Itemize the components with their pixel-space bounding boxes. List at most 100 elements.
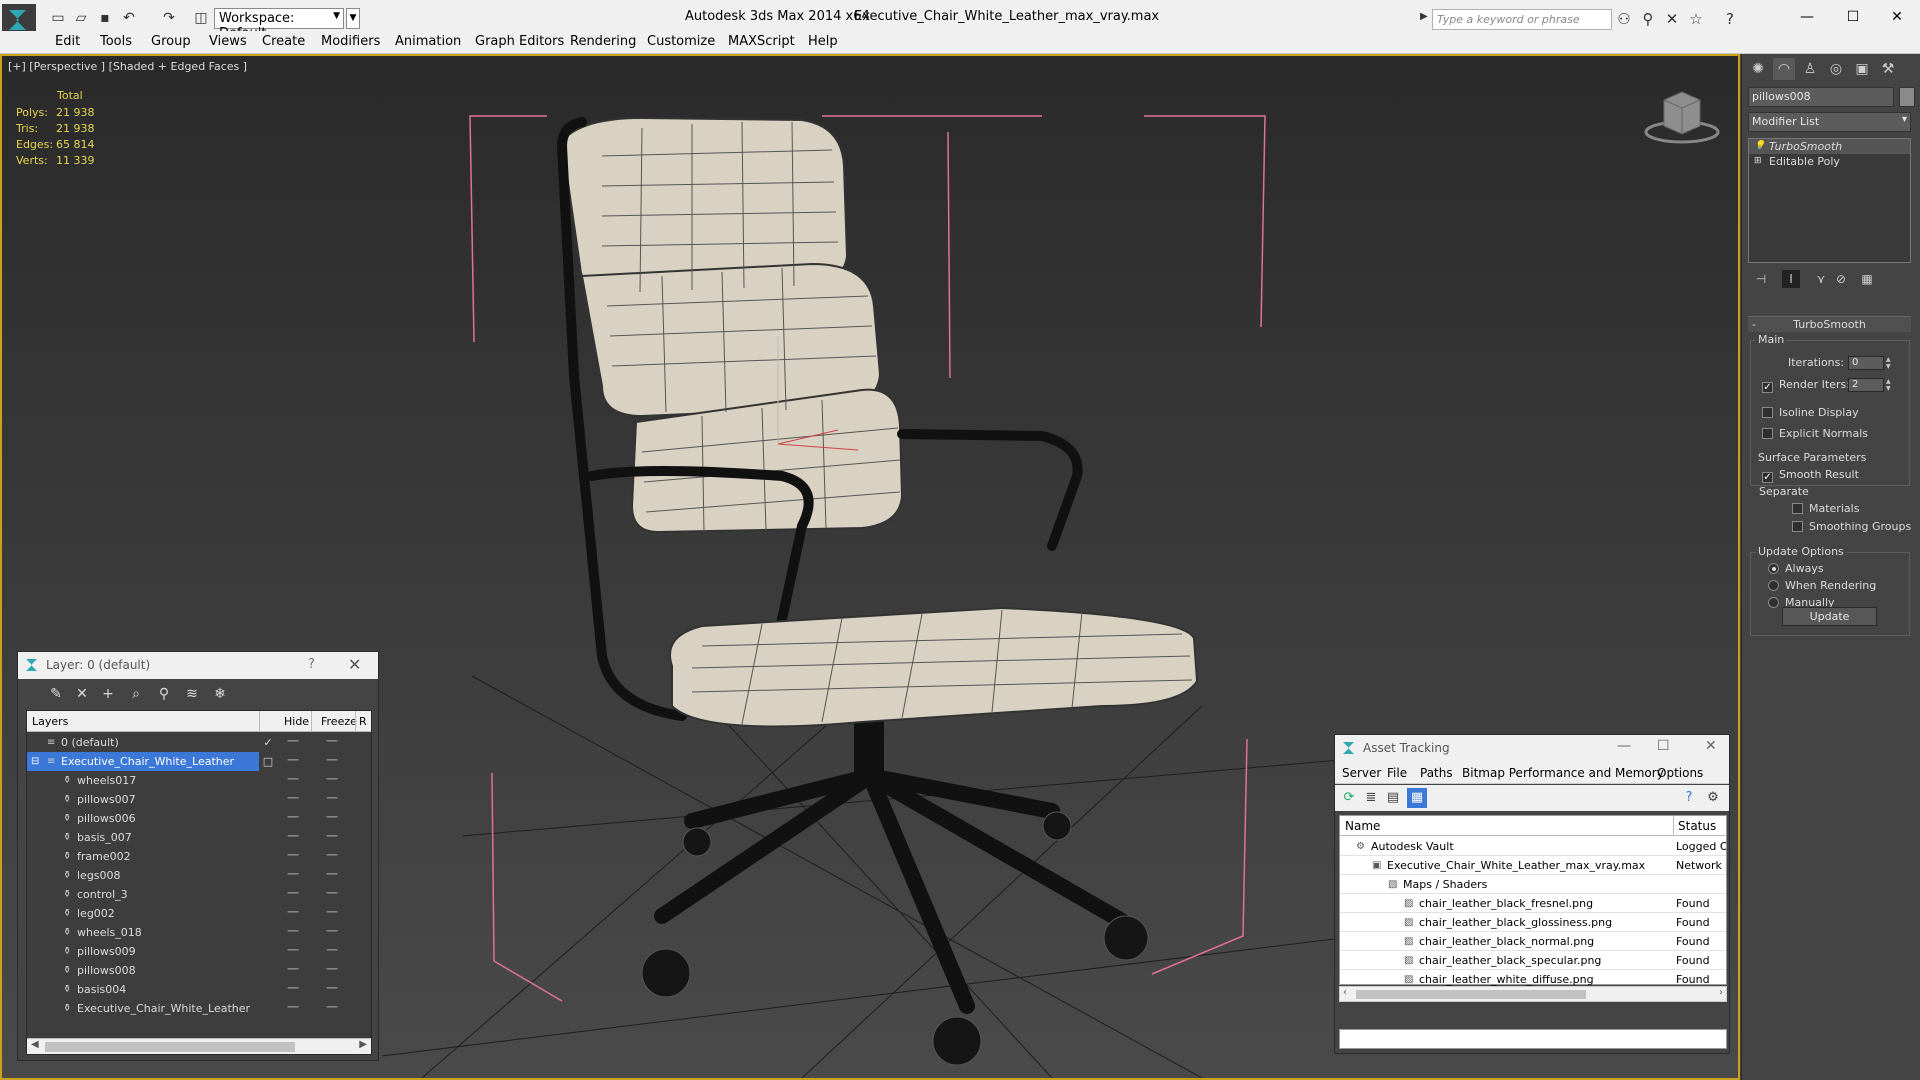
thumbnail-view-icon[interactable]: ▤: [1383, 788, 1403, 808]
hide-all-layers-icon[interactable]: ≋: [182, 684, 202, 704]
close-icon[interactable]: ✕: [1705, 738, 1717, 754]
spinner-arrows-icon[interactable]: ▲ ▼: [1886, 378, 1894, 392]
layer-name[interactable]: ⚱ frame002: [27, 847, 259, 866]
asset-path-field[interactable]: [1339, 1029, 1727, 1049]
freeze-toggle[interactable]: ━━: [325, 866, 339, 885]
close-icon[interactable]: ✕: [348, 655, 361, 674]
make-unique-icon[interactable]: ⋎: [1812, 270, 1830, 288]
hide-toggle[interactable]: ━━: [286, 733, 300, 752]
menu-create[interactable]: Create: [262, 34, 305, 49]
menu-modifiers[interactable]: Modifiers: [321, 34, 380, 49]
smooth-result-row[interactable]: ✓ Smooth Result: [1762, 468, 1859, 483]
menu-group[interactable]: Group: [151, 34, 191, 49]
col-name[interactable]: Name: [1345, 819, 1380, 833]
hide-toggle[interactable]: ━━: [286, 980, 300, 999]
layer-row[interactable]: ≡ 0 (default) ✓ ━━ ━━: [27, 733, 371, 752]
expand-plus-icon[interactable]: ⊞: [1754, 154, 1762, 169]
lightbulb-icon[interactable]: 💡: [1754, 139, 1765, 154]
materials-checkbox[interactable]: [1792, 503, 1803, 514]
col-r[interactable]: R: [359, 715, 367, 728]
chevron-right-icon[interactable]: ▶: [1420, 11, 1428, 22]
layer-name[interactable]: ⚱ leg002: [27, 904, 259, 923]
save-file-icon[interactable]: ▪: [96, 9, 114, 27]
materials-row[interactable]: Materials: [1792, 502, 1859, 515]
layer-name[interactable]: ⚱ basis004: [27, 980, 259, 999]
render-iters-spinner[interactable]: 2: [1848, 378, 1884, 392]
hide-toggle[interactable]: ━━: [286, 752, 300, 771]
favorites-star-icon[interactable]: ☆: [1686, 9, 1706, 29]
add-to-layer-icon[interactable]: +: [98, 684, 118, 704]
create-layer-icon[interactable]: ✎: [46, 684, 66, 704]
render-iters-row[interactable]: ✓ Render Iters:: [1762, 378, 1850, 393]
menu-help[interactable]: Help: [808, 34, 838, 49]
layer-name[interactable]: ⚱ pillows006: [27, 809, 259, 828]
always-row[interactable]: Always: [1768, 562, 1824, 575]
hide-toggle[interactable]: ━━: [286, 809, 300, 828]
workspace-dropdown[interactable]: Workspace: Default ▼: [214, 8, 344, 41]
object-color-swatch[interactable]: [1899, 87, 1915, 107]
maximize-button[interactable]: ☐: [1830, 4, 1876, 30]
hide-toggle[interactable]: ━━: [286, 771, 300, 790]
freeze-toggle[interactable]: ━━: [325, 771, 339, 790]
stack-item-editable-poly[interactable]: ⊞ Editable Poly: [1749, 154, 1910, 169]
freeze-toggle[interactable]: ━━: [325, 847, 339, 866]
modify-tab-icon[interactable]: ◠: [1773, 58, 1795, 80]
hide-toggle[interactable]: ━━: [286, 904, 300, 923]
turbosmooth-rollout-header[interactable]: - TurboSmooth: [1748, 316, 1911, 332]
col-freeze[interactable]: Freeze: [321, 715, 357, 728]
asset-dialog-titlebar[interactable]: Asset Tracking — ☐ ✕: [1335, 735, 1729, 762]
configure-modifier-sets-icon[interactable]: ▦: [1858, 270, 1876, 288]
scroll-right-icon[interactable]: ▶: [359, 1039, 367, 1050]
isoline-display-checkbox[interactable]: [1762, 407, 1773, 418]
smooth-result-checkbox[interactable]: ✓: [1762, 472, 1773, 483]
object-name-field[interactable]: pillows008: [1748, 87, 1894, 107]
stack-item-turbosmooth[interactable]: 💡 TurboSmooth: [1749, 139, 1910, 154]
freeze-toggle[interactable]: ━━: [325, 942, 339, 961]
explicit-normals-row[interactable]: Explicit Normals: [1762, 427, 1868, 440]
layer-row[interactable]: ⚱ leg002 ━━ ━━: [27, 904, 371, 923]
layer-name[interactable]: ⚱ Executive_Chair_White_Leather: [27, 999, 259, 1018]
menu-rendering[interactable]: Rendering: [570, 34, 636, 49]
close-button[interactable]: ✕: [1874, 4, 1920, 30]
col-status[interactable]: Status: [1678, 819, 1716, 833]
motion-tab-icon[interactable]: ◎: [1825, 58, 1847, 80]
layer-row[interactable]: ≡ Executive_Chair_White_Leather □ ━━ ━━ ⊟: [27, 752, 371, 771]
asset-row[interactable]: ⚙ Autodesk Vault Logged O: [1340, 837, 1726, 856]
menu-edit[interactable]: Edit: [55, 34, 80, 49]
when-rendering-row[interactable]: When Rendering: [1768, 579, 1876, 592]
freeze-toggle[interactable]: ━━: [325, 809, 339, 828]
freeze-toggle[interactable]: ━━: [325, 752, 339, 771]
pin-stack-icon[interactable]: ⊣: [1752, 270, 1770, 288]
layer-name[interactable]: ⚱ pillows009: [27, 942, 259, 961]
delete-layer-icon[interactable]: ✕: [72, 684, 92, 704]
asset-menu-bitmap-performance[interactable]: Bitmap Performance and Memory: [1462, 766, 1664, 780]
always-radio[interactable]: [1768, 563, 1779, 574]
layer-row[interactable]: ⚱ legs008 ━━ ━━: [27, 866, 371, 885]
quick-access-dropdown[interactable]: ▼: [346, 8, 360, 29]
highlight-layer-icon[interactable]: ⚲: [154, 684, 174, 704]
modifier-list-dropdown[interactable]: Modifier List ▾: [1748, 112, 1911, 132]
viewcube-icon[interactable]: [1642, 86, 1722, 146]
collapse-icon[interactable]: ⊟: [31, 752, 39, 771]
iterations-spinner[interactable]: 0: [1848, 356, 1884, 370]
layer-name[interactable]: ⚱ wheels_018: [27, 923, 259, 942]
hide-toggle[interactable]: ━━: [286, 885, 300, 904]
layer-name[interactable]: ≡ Executive_Chair_White_Leather: [27, 752, 259, 771]
asset-menu-options[interactable]: Options: [1657, 766, 1703, 780]
when-rendering-radio[interactable]: [1768, 580, 1779, 591]
layer-row[interactable]: ⚱ frame002 ━━ ━━: [27, 847, 371, 866]
hide-toggle[interactable]: ━━: [286, 790, 300, 809]
freeze-toggle[interactable]: ━━: [325, 923, 339, 942]
table-view-icon[interactable]: ▦: [1407, 788, 1427, 808]
layer-row[interactable]: ⚱ basis_007 ━━ ━━: [27, 828, 371, 847]
subscription-icon[interactable]: ⚲: [1638, 9, 1658, 29]
layer-name[interactable]: ⚱ wheels017: [27, 771, 259, 790]
refresh-icon[interactable]: ⟳: [1339, 788, 1359, 808]
scroll-left-icon[interactable]: ‹: [1343, 987, 1347, 998]
search-input[interactable]: Type a keyword or phrase: [1432, 9, 1612, 30]
redo-icon[interactable]: ↷: [160, 9, 178, 27]
layer-row[interactable]: ⚱ Executive_Chair_White_Leather ━━ ━━: [27, 999, 371, 1018]
settings-icon[interactable]: ⚙: [1703, 788, 1723, 808]
hierarchy-tab-icon[interactable]: ♙: [1799, 58, 1821, 80]
col-layers[interactable]: Layers: [32, 715, 68, 728]
